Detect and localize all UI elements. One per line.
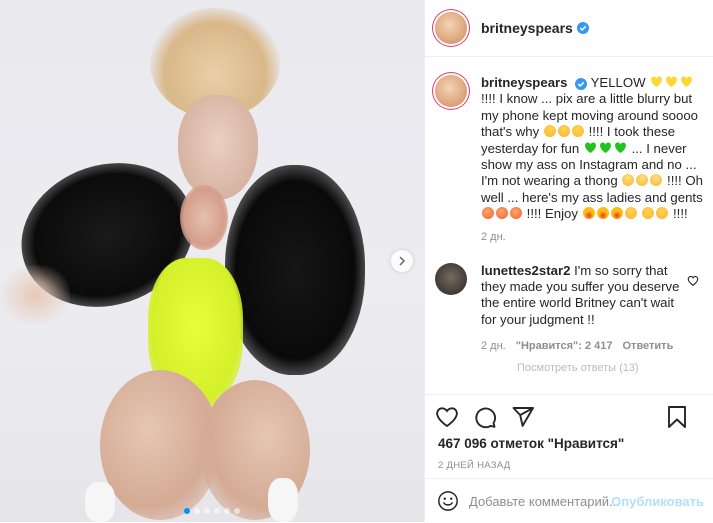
wink-emoji-icon: [656, 207, 669, 220]
carousel-dot[interactable]: [234, 508, 240, 514]
peach-emoji-icon: [482, 207, 494, 220]
peach-emoji-icon: [496, 207, 508, 220]
laughing-emoji-icon: [557, 125, 570, 138]
laughing-emoji-icon: [543, 125, 556, 138]
yellow-heart-icon: [681, 76, 693, 87]
yellow-heart-icon: [666, 76, 678, 87]
caption-avatar[interactable]: [435, 75, 467, 107]
photo-arm: [0, 265, 70, 325]
heart-icon[interactable]: [435, 405, 459, 429]
caption-text: britneyspears YELLOW !!!! I know ... pix…: [481, 75, 703, 223]
post-photo[interactable]: [0, 0, 424, 522]
commenter-avatar[interactable]: [435, 262, 467, 295]
share-icon[interactable]: [511, 405, 535, 429]
caption-username[interactable]: britneyspears: [481, 75, 568, 90]
post-comment-button[interactable]: Опубликовать: [611, 494, 704, 509]
photo-hand: [180, 185, 228, 250]
verified-icon: [576, 22, 589, 34]
photo-face: [178, 95, 258, 200]
comment-icon[interactable]: [473, 405, 497, 429]
comment-item: lunettes2star2 I'm so sorry that they ma…: [425, 243, 713, 352]
caption-time[interactable]: 2 дн.: [481, 231, 703, 243]
comment-reply-button[interactable]: Ответить: [623, 340, 674, 352]
photo-boot-right: [268, 478, 298, 522]
green-heart-icon: [614, 142, 626, 153]
comment-time[interactable]: 2 дн.: [481, 340, 506, 352]
carousel-dots: [0, 508, 424, 514]
likes-count[interactable]: 467 096 отметок "Нравится": [438, 436, 624, 451]
comment-meta: 2 дн. "Нравится": 2 417 Ответить: [481, 340, 681, 352]
photo-boot-left: [85, 482, 115, 522]
caption-part: YELLOW: [590, 75, 646, 90]
green-heart-icon: [599, 142, 611, 153]
like-comment-icon[interactable]: [687, 275, 699, 286]
flushed-emoji-icon: [622, 174, 635, 187]
carousel-next-button[interactable]: [391, 250, 413, 272]
view-replies-button[interactable]: Посмотреть ответы (13): [425, 362, 713, 374]
carousel-dot-active[interactable]: [184, 508, 190, 514]
peach-emoji-icon: [510, 207, 522, 220]
commenter-username[interactable]: lunettes2star2: [481, 263, 570, 278]
green-heart-icon: [584, 142, 596, 153]
tongue-emoji-icon: [610, 207, 623, 220]
flushed-emoji-icon: [650, 174, 663, 187]
comments-list[interactable]: britneyspears YELLOW !!!! I know ... pix…: [425, 57, 713, 394]
post-timestamp[interactable]: 2 ДНЕЙ НАЗАД: [438, 460, 511, 471]
carousel-dot[interactable]: [224, 508, 230, 514]
author-username[interactable]: britneyspears: [481, 20, 573, 36]
bookmark-icon[interactable]: [665, 405, 689, 429]
post-header: britneyspears: [425, 0, 713, 57]
verified-icon: [575, 77, 588, 90]
caption: britneyspears YELLOW !!!! I know ... pix…: [425, 57, 713, 243]
wink-emoji-icon: [642, 207, 655, 220]
wink-emoji-icon: [624, 207, 637, 220]
yellow-heart-icon: [651, 76, 663, 87]
chevron-right-icon: [399, 256, 406, 266]
photo-jacket-right: [225, 165, 365, 375]
emoji-icon[interactable]: [437, 490, 459, 512]
laughing-emoji-icon: [571, 125, 584, 138]
caption-part: !!!!: [673, 206, 688, 222]
tongue-emoji-icon: [582, 207, 595, 220]
add-comment-bar: Опубликовать: [425, 478, 713, 523]
post-actions: [425, 394, 713, 439]
caption-part: !!!! Enjoy: [526, 206, 578, 222]
comment-text: lunettes2star2 I'm so sorry that they ma…: [481, 263, 681, 329]
carousel-dot[interactable]: [204, 508, 210, 514]
tongue-emoji-icon: [596, 207, 609, 220]
author-avatar[interactable]: [435, 12, 467, 44]
carousel-dot[interactable]: [194, 508, 200, 514]
flushed-emoji-icon: [636, 174, 649, 187]
comment-input[interactable]: [469, 493, 619, 509]
post-sidebar: britneyspears britneyspears YELLOW !!!! …: [424, 0, 713, 522]
carousel-dot[interactable]: [214, 508, 220, 514]
comment-likes[interactable]: "Нравится": 2 417: [516, 340, 613, 352]
